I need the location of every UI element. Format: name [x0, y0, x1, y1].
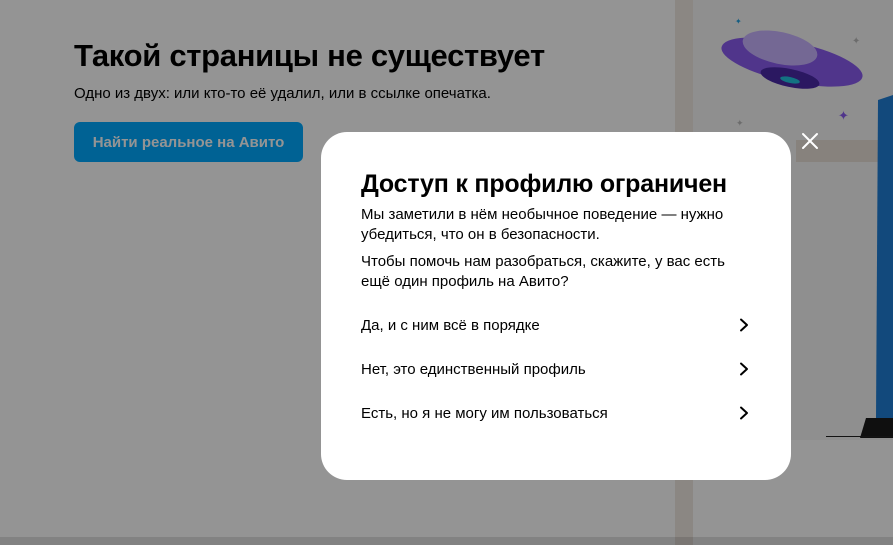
option-yes-cannot-use[interactable]: Есть, но я не могу им пользоваться: [361, 398, 751, 428]
page: Такой страницы не существует Одно из дву…: [0, 0, 893, 545]
close-icon: [802, 133, 818, 149]
chevron-right-icon: [737, 362, 751, 376]
option-label: Нет, это единственный профиль: [361, 360, 586, 378]
modal-description: Мы заметили в нём необычное поведение — …: [361, 206, 724, 243]
bottom-strip: [0, 537, 893, 545]
chevron-right-icon: [737, 406, 751, 420]
option-yes-fine[interactable]: Да, и с ним всё в порядке: [361, 310, 751, 340]
close-modal-button[interactable]: [798, 129, 822, 153]
option-no-single-profile[interactable]: Нет, это единственный профиль: [361, 354, 751, 384]
option-label: Да, и с ним всё в порядке: [361, 316, 540, 334]
modal-question: Чтобы помочь нам разобраться, скажите, у…: [361, 253, 725, 290]
modal-title: Доступ к профилю ограничен: [361, 170, 727, 198]
restricted-access-modal: Доступ к профилю ограничен Мы заметили в…: [321, 132, 791, 480]
option-label: Есть, но я не могу им пользоваться: [361, 404, 608, 422]
chevron-right-icon: [737, 318, 751, 332]
